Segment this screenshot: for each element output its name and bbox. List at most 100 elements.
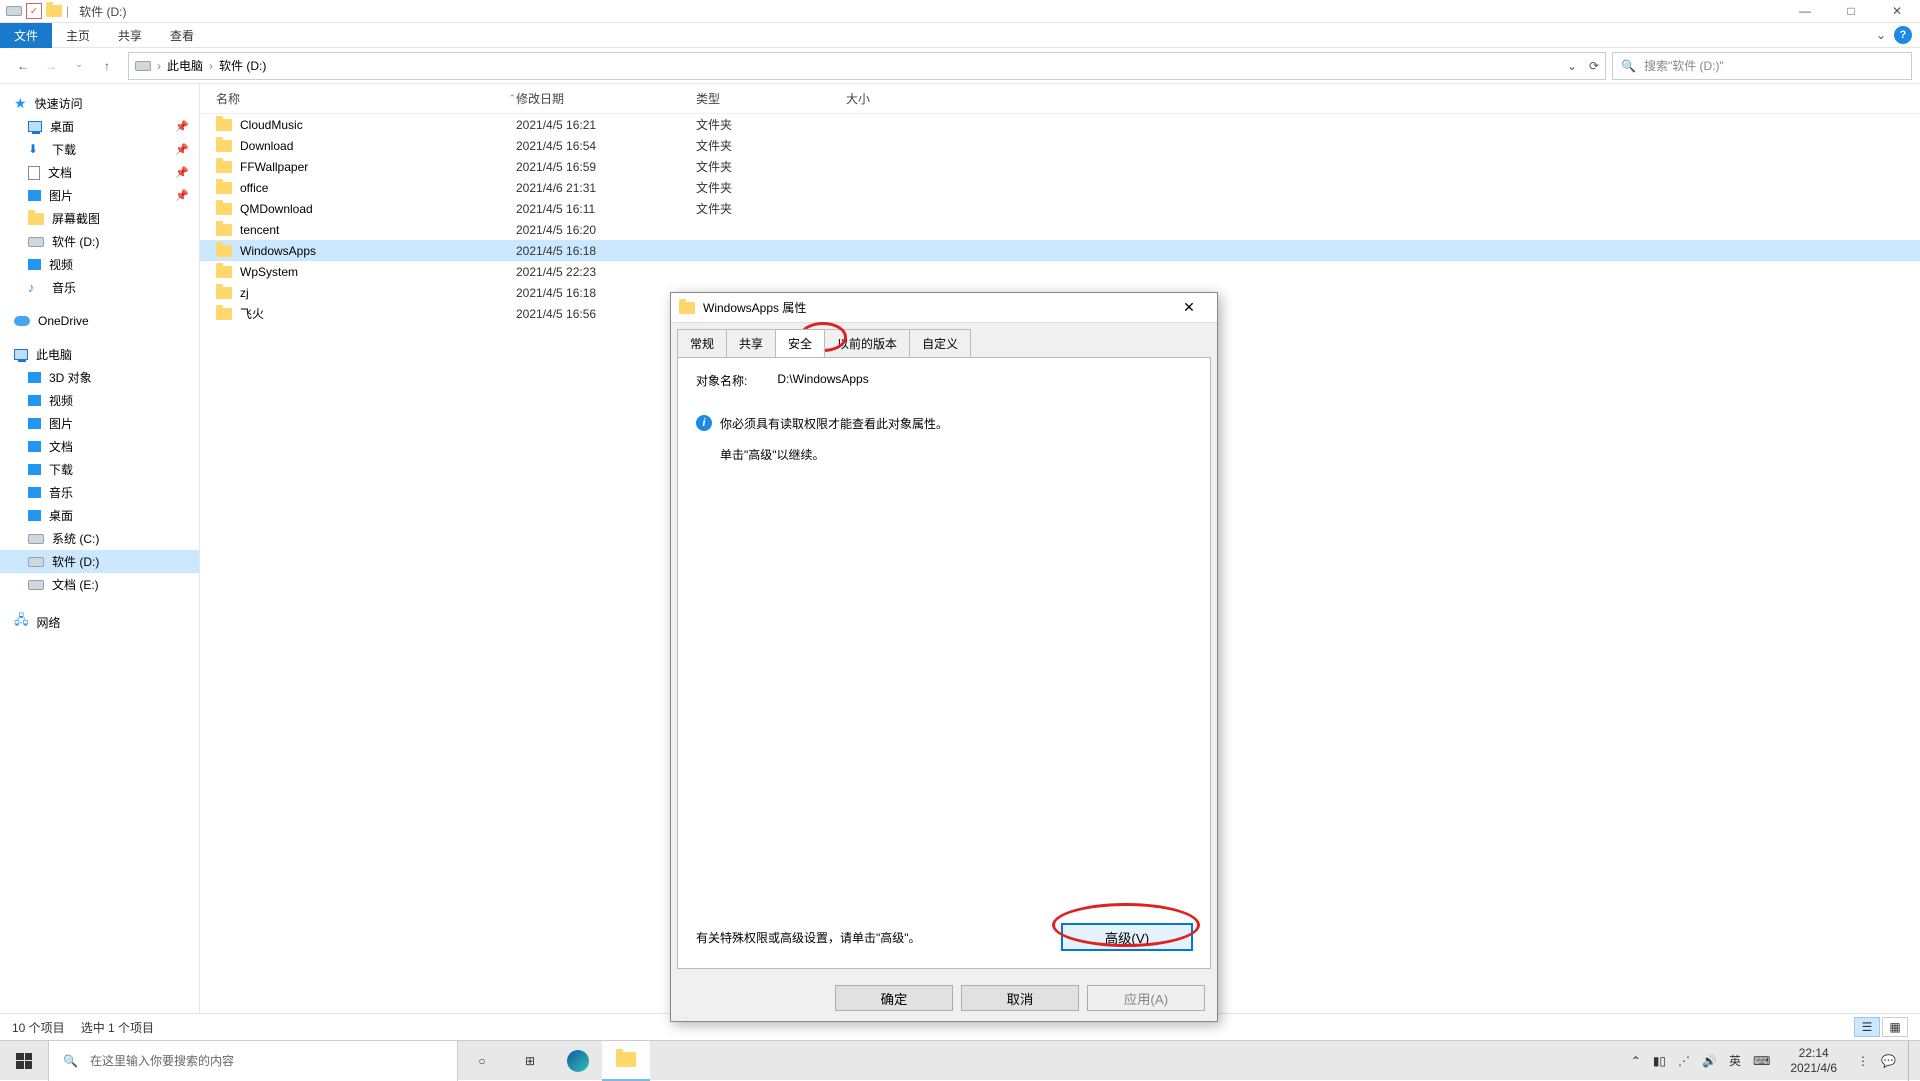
sidebar-item-pc[interactable]: 下载	[0, 458, 199, 481]
sidebar-this-pc[interactable]: 此电脑	[0, 343, 199, 366]
tab-general[interactable]: 常规	[677, 329, 727, 357]
column-type[interactable]: 类型	[696, 90, 846, 107]
advanced-button[interactable]: 高级(V)	[1062, 924, 1192, 950]
video-icon	[28, 259, 41, 270]
table-row[interactable]: WpSystem2021/4/5 22:23	[200, 261, 1920, 282]
taskbar: 🔍 在这里输入你要搜索的内容 ○ ⊞ ⌃ ▮▯ ⋰ 🔊 英 ⌨ 22:14 20…	[0, 1040, 1920, 1080]
table-row[interactable]: FFWallpaper2021/4/5 16:59文件夹	[200, 156, 1920, 177]
ribbon-tab-view[interactable]: 查看	[156, 23, 208, 48]
table-row[interactable]: Download2021/4/5 16:54文件夹	[200, 135, 1920, 156]
taskbar-taskview[interactable]: ⊞	[506, 1041, 554, 1081]
search-input[interactable]: 🔍 搜索"软件 (D:)"	[1612, 52, 1912, 80]
wifi-icon[interactable]: ⋰	[1678, 1054, 1690, 1068]
sidebar-item-pc[interactable]: 系统 (C:)	[0, 527, 199, 550]
nav-history-dropdown[interactable]: ⌄	[70, 59, 88, 73]
sidebar-item-pc[interactable]: 音乐	[0, 481, 199, 504]
sidebar-item-quick[interactable]: 桌面📌	[0, 115, 199, 138]
sidebar-item-pc[interactable]: 3D 对象	[0, 366, 199, 389]
tray-expand-icon[interactable]: ⌃	[1631, 1054, 1641, 1068]
search-icon: 🔍	[63, 1054, 78, 1068]
view-icons-button[interactable]: ▦	[1882, 1017, 1908, 1037]
tab-previous-versions[interactable]: 以前的版本	[824, 329, 910, 357]
close-button[interactable]: ✕	[1874, 0, 1920, 23]
table-row[interactable]: WindowsApps2021/4/5 16:18	[200, 240, 1920, 261]
cancel-button[interactable]: 取消	[961, 985, 1079, 1011]
battery-icon[interactable]: ▮▯	[1653, 1054, 1666, 1068]
volume-icon[interactable]: 🔊	[1702, 1054, 1717, 1068]
sidebar-item-quick[interactable]: ⬇下载📌	[0, 138, 199, 161]
document-icon	[28, 166, 40, 180]
window-title: 软件 (D:)	[79, 3, 126, 20]
library-icon	[28, 441, 41, 452]
sidebar-quick-access[interactable]: ★快速访问	[0, 92, 199, 115]
sidebar-item-quick[interactable]: 视频	[0, 253, 199, 276]
sidebar-item-pc[interactable]: 桌面	[0, 504, 199, 527]
sidebar-item-pc[interactable]: 文档 (E:)	[0, 573, 199, 596]
start-button[interactable]	[0, 1041, 48, 1081]
taskbar-cortana[interactable]: ○	[458, 1041, 506, 1081]
table-row[interactable]: CloudMusic2021/4/5 16:21文件夹	[200, 114, 1920, 135]
pc-icon	[14, 349, 28, 360]
qat-folder-icon[interactable]	[46, 3, 62, 19]
table-row[interactable]: QMDownload2021/4/5 16:11文件夹	[200, 198, 1920, 219]
breadcrumb-drive[interactable]: 软件 (D:)	[219, 57, 266, 74]
ribbon-tab-home[interactable]: 主页	[52, 23, 104, 48]
tab-sharing[interactable]: 共享	[726, 329, 776, 357]
sidebar-network[interactable]: 🖧网络	[0, 608, 199, 636]
folder-icon	[216, 224, 232, 236]
disk-icon	[28, 534, 44, 544]
taskbar-search[interactable]: 🔍 在这里输入你要搜索的内容	[48, 1041, 458, 1081]
sidebar-onedrive[interactable]: OneDrive	[0, 311, 199, 331]
permission-message: 你必须具有读取权限才能查看此对象属性。	[720, 415, 948, 432]
show-desktop[interactable]	[1908, 1041, 1914, 1081]
ime-icon[interactable]: ⌨	[1753, 1054, 1770, 1068]
minimize-button[interactable]: —	[1782, 0, 1828, 23]
sidebar-item-quick[interactable]: 软件 (D:)	[0, 230, 199, 253]
nav-up-button[interactable]: ↑	[98, 59, 116, 73]
help-icon[interactable]: ?	[1894, 26, 1912, 44]
notifications-icon[interactable]: 💬	[1881, 1054, 1896, 1068]
sidebar-item-pc[interactable]: 视频	[0, 389, 199, 412]
taskbar-explorer[interactable]	[602, 1041, 650, 1081]
nav-back-button[interactable]: ←	[14, 59, 32, 73]
sidebar-item-pc[interactable]: 图片	[0, 412, 199, 435]
column-size[interactable]: 大小	[846, 90, 966, 107]
refresh-icon[interactable]: ⟳	[1589, 59, 1599, 73]
taskbar-clock[interactable]: 22:14 2021/4/6	[1782, 1046, 1845, 1075]
cloud-icon	[14, 316, 30, 326]
folder-icon	[616, 1052, 636, 1067]
maximize-button[interactable]: □	[1828, 0, 1874, 23]
dialog-close-button[interactable]: ✕	[1169, 299, 1209, 316]
edge-icon	[567, 1050, 589, 1072]
table-row[interactable]: office2021/4/6 21:31文件夹	[200, 177, 1920, 198]
tab-customize[interactable]: 自定义	[909, 329, 971, 357]
ime-indicator[interactable]: 英	[1729, 1052, 1741, 1069]
qat-checkbox-icon[interactable]: ✓	[26, 3, 42, 19]
nav-forward-button[interactable]: →	[42, 59, 60, 73]
address-bar[interactable]: › 此电脑 › 软件 (D:) ⌄ ⟳	[128, 52, 1606, 80]
ribbon-tab-share[interactable]: 共享	[104, 23, 156, 48]
tab-security[interactable]: 安全	[775, 329, 825, 357]
sidebar-item-pc[interactable]: 软件 (D:)	[0, 550, 199, 573]
sidebar-item-quick[interactable]: 图片📌	[0, 184, 199, 207]
dialog-titlebar[interactable]: WindowsApps 属性 ✕	[671, 293, 1217, 323]
sidebar-item-quick[interactable]: 屏幕截图	[0, 207, 199, 230]
ok-button[interactable]: 确定	[835, 985, 953, 1011]
sidebar-item-pc[interactable]: 文档	[0, 435, 199, 458]
column-date[interactable]: 修改日期	[516, 90, 696, 107]
taskbar-edge[interactable]	[554, 1041, 602, 1081]
sidebar-item-quick[interactable]: 文档📌	[0, 161, 199, 184]
ribbon-tab-file[interactable]: 文件	[0, 23, 52, 48]
sidebar-item-quick[interactable]: ♪音乐	[0, 276, 199, 299]
column-name[interactable]: 名称⌃	[216, 90, 516, 107]
desktop-icon	[28, 121, 42, 132]
breadcrumb-thispc[interactable]: 此电脑	[167, 57, 203, 74]
tray-app-icon[interactable]: ⋮	[1857, 1054, 1869, 1068]
advanced-hint: 有关特殊权限或高级设置，请单击"高级"。	[696, 929, 921, 946]
object-name-value: D:\WindowsApps	[777, 372, 868, 389]
view-details-button[interactable]: ☰	[1854, 1017, 1880, 1037]
apply-button[interactable]: 应用(A)	[1087, 985, 1205, 1011]
table-row[interactable]: tencent2021/4/5 16:20	[200, 219, 1920, 240]
ribbon-expand-icon[interactable]: ⌄	[1876, 28, 1886, 42]
address-dropdown-icon[interactable]: ⌄	[1567, 59, 1577, 73]
